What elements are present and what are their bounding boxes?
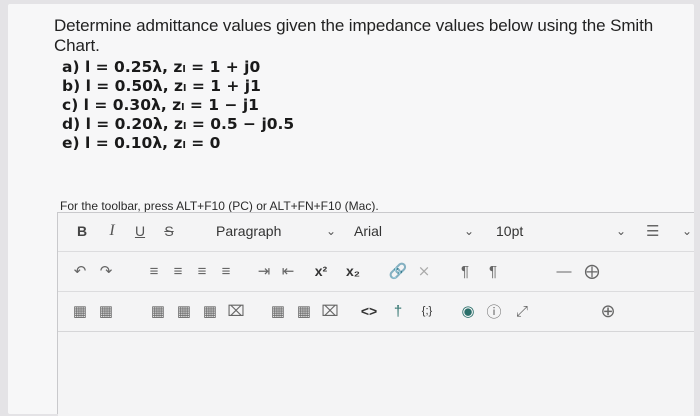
insert-row-icon[interactable]: ▦ <box>268 298 288 324</box>
undo-icon[interactable]: ↶ <box>70 258 90 284</box>
accessibility-icon[interactable]: † <box>388 298 408 324</box>
merge-cells-icon[interactable]: ⌧ <box>320 298 340 324</box>
rich-text-editor[interactable]: B I U S Paragraph ⌄ Arial ⌄ 10pt ⌄ ☰ ⌄ ↶… <box>57 212 694 416</box>
redo-icon[interactable]: ↷ <box>96 258 116 284</box>
link-icon[interactable]: 🔗 <box>388 258 408 284</box>
align-left-icon[interactable]: ≡ <box>144 258 164 284</box>
item-b: b) l = 0.50λ, zₗ = 1 + j1 <box>62 77 261 95</box>
editor-content-area[interactable] <box>58 331 694 416</box>
bold-button[interactable]: B <box>72 218 92 244</box>
italic-button[interactable]: I <box>102 218 122 244</box>
align-center-icon[interactable]: ≡ <box>168 258 188 284</box>
paragraph-select-value: Paragraph <box>216 223 282 239</box>
paragraph-select[interactable]: Paragraph ⌄ <box>216 218 336 244</box>
toolbar-row-1: B I U S Paragraph ⌄ Arial ⌄ 10pt ⌄ ☰ ⌄ <box>58 213 694 249</box>
add-content-icon[interactable]: ⊕ <box>598 298 618 324</box>
code-snippet-button[interactable]: {;} <box>412 298 442 324</box>
table-props-icon[interactable]: ▦ <box>96 298 116 324</box>
toolbar-hint: For the toolbar, press ALT+F10 (PC) or A… <box>60 199 379 213</box>
item-d: d) l = 0.20λ, zₗ = 0.5 − j0.5 <box>62 115 295 133</box>
item-c: c) l = 0.30λ, zₗ = 1 − j1 <box>62 96 259 114</box>
outdent-icon[interactable]: ⇤ <box>278 258 298 284</box>
table-row-icon[interactable]: ▦ <box>148 298 168 324</box>
chevron-down-icon: ⌄ <box>463 224 474 238</box>
subscript-button[interactable]: x₂ <box>340 258 366 284</box>
table-cell-icon[interactable]: ▦ <box>200 298 220 324</box>
table-col-icon[interactable]: ▦ <box>174 298 194 324</box>
align-justify-icon[interactable]: ≡ <box>216 258 236 284</box>
horizontal-rule-icon[interactable]: — <box>554 258 574 284</box>
preview-icon[interactable]: ◉ <box>458 298 478 324</box>
table-icon[interactable]: ▦ <box>70 298 90 324</box>
insert-icon[interactable]: ⨁ <box>582 258 602 284</box>
chevron-down-icon: ⌄ <box>325 224 336 238</box>
help-icon[interactable]: ⓘ <box>484 298 504 324</box>
insert-col-icon[interactable]: ▦ <box>294 298 314 324</box>
item-a: a) l = 0.25λ, zₗ = 1 + j0 <box>62 58 261 76</box>
toolbar-row-2: ↶ ↷ ≡ ≡ ≡ ≡ ⇥ ⇤ x² x₂ 🔗 ⨯ ¶ ¶ — ⨁ <box>58 253 694 289</box>
impedance-list: a) l = 0.25λ, zₗ = 1 + j0 b) l = 0.50λ, … <box>62 58 294 153</box>
unlink-icon[interactable]: ⨯ <box>414 258 434 284</box>
font-size-value: 10pt <box>496 223 524 239</box>
question-text: Determine admittance values given the im… <box>54 16 654 55</box>
superscript-button[interactable]: x² <box>308 258 334 284</box>
indent-icon[interactable]: ⇥ <box>254 258 274 284</box>
font-family-value: Arial <box>354 223 383 239</box>
toolbar-row-3: ▦ ▦ ▦ ▦ ▦ ⌧ ▦ ▦ ⌧ <> † {;} ◉ ⓘ ⤢ ⊕ <box>58 293 694 329</box>
table-delete-icon[interactable]: ⌧ <box>226 298 246 324</box>
align-right-icon[interactable]: ≡ <box>192 258 212 284</box>
underline-button[interactable]: U <box>130 218 150 244</box>
font-size-select[interactable]: 10pt ⌄ <box>496 218 626 244</box>
ltr-icon[interactable]: ¶ <box>454 258 476 284</box>
font-family-select[interactable]: Arial ⌄ <box>354 218 474 244</box>
rtl-icon[interactable]: ¶ <box>482 258 504 284</box>
fullscreen-icon[interactable]: ⤢ <box>512 298 532 324</box>
item-e: e) l = 0.10λ, zₗ = 0 <box>62 134 221 152</box>
chevron-down-icon: ⌄ <box>615 224 626 238</box>
code-button[interactable]: <> <box>358 298 380 324</box>
toolbar-scroll-area <box>684 213 694 321</box>
bullet-list-icon: ☰ <box>646 223 660 240</box>
strikethrough-button[interactable]: S <box>158 218 180 244</box>
